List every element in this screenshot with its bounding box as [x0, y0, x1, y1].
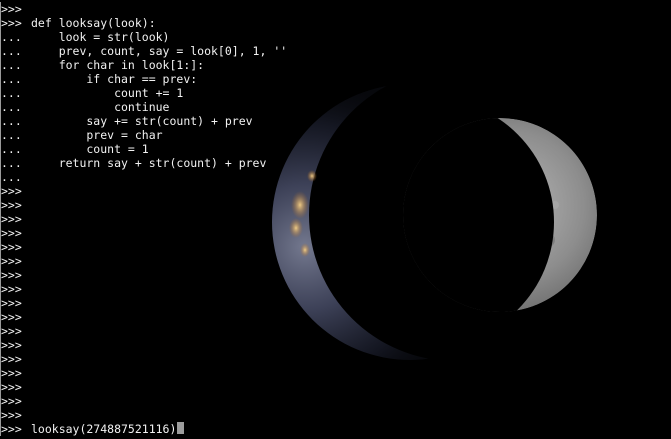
- code-text: prev, count, say = look[0], 1, '': [31, 44, 288, 58]
- code-text: for char in look[1:]:: [31, 58, 205, 72]
- terminal-line: >>> def looksay(look):: [0, 16, 671, 30]
- terminal-line: ... return say + str(count) + prev: [0, 156, 671, 170]
- terminal-line: >>>: [0, 408, 671, 422]
- terminal-line: >>>: [0, 2, 671, 16]
- terminal-line: >>>: [0, 240, 671, 254]
- prompt-marker: >>>: [1, 366, 22, 380]
- prompt-marker: ...: [1, 170, 22, 184]
- terminal-line: ... if char == prev:: [0, 72, 671, 86]
- code-text: def looksay(look):: [31, 16, 156, 30]
- code-text: say += str(count) + prev: [31, 114, 253, 128]
- code-text: count = 1: [31, 142, 149, 156]
- prompt-marker: >>>: [1, 2, 22, 16]
- terminal-line: ... for char in look[1:]:: [0, 58, 671, 72]
- prompt-marker: >>>: [1, 198, 22, 212]
- prompt-marker: >>>: [1, 240, 22, 254]
- prompt-marker: ...: [1, 100, 22, 114]
- prompt-marker: ...: [1, 156, 22, 170]
- code-text: prev = char: [31, 128, 163, 142]
- terminal-line: >>>: [0, 198, 671, 212]
- prompt-marker: >>>: [1, 338, 22, 352]
- terminal-output[interactable]: >>> >>> def looksay(look):... look = str(l…: [0, 2, 671, 436]
- terminal-line: >>>: [0, 282, 671, 296]
- code-text: count += 1: [31, 86, 184, 100]
- prompt-marker: >>>: [1, 324, 22, 338]
- prompt-marker: >>>: [1, 184, 22, 198]
- terminal-line: ... count = 1: [0, 142, 671, 156]
- python-terminal-window[interactable]: >>> >>> def looksay(look):... look = str(l…: [0, 0, 671, 439]
- prompt-marker: >>>: [1, 226, 22, 240]
- prompt-marker: >>>: [1, 212, 22, 226]
- prompt-marker: >>>: [1, 296, 22, 310]
- prompt-marker: ...: [1, 114, 22, 128]
- terminal-line: >>>: [0, 212, 671, 226]
- prompt-marker: >>>: [1, 408, 22, 422]
- prompt-marker: >>>: [1, 422, 22, 436]
- terminal-line: ... prev, count, say = look[0], 1, '': [0, 44, 671, 58]
- code-text: return say + str(count) + prev: [31, 156, 267, 170]
- terminal-line: >>>: [0, 352, 671, 366]
- terminal-line: ... count += 1: [0, 86, 671, 100]
- prompt-marker: >>>: [1, 254, 22, 268]
- terminal-line: >>>: [0, 380, 671, 394]
- prompt-marker: >>>: [1, 282, 22, 296]
- terminal-line: >>>: [0, 226, 671, 240]
- terminal-line: >>>: [0, 394, 671, 408]
- prompt-marker: ...: [1, 86, 22, 100]
- code-text: if char == prev:: [31, 72, 198, 86]
- terminal-line: ... continue: [0, 100, 671, 114]
- terminal-line: >>>: [0, 268, 671, 282]
- prompt-marker: ...: [1, 142, 22, 156]
- terminal-line: ... say += str(count) + prev: [0, 114, 671, 128]
- prompt-marker: >>>: [1, 380, 22, 394]
- prompt-marker: >>>: [1, 352, 22, 366]
- prompt-marker: >>>: [1, 16, 22, 30]
- prompt-marker: ...: [1, 58, 22, 72]
- prompt-marker: ...: [1, 30, 22, 44]
- code-text: continue: [31, 100, 170, 114]
- terminal-line: ... look = str(look): [0, 30, 671, 44]
- prompt-marker: >>>: [1, 310, 22, 324]
- terminal-line: >>>: [0, 184, 671, 198]
- terminal-line: >>>: [0, 324, 671, 338]
- terminal-input-line[interactable]: >>> looksay(274887521116): [0, 422, 671, 436]
- text-cursor: [177, 422, 185, 434]
- prompt-marker: >>>: [1, 268, 22, 282]
- prompt-marker: >>>: [1, 394, 22, 408]
- terminal-line: >>>: [0, 338, 671, 352]
- terminal-line: >>>: [0, 310, 671, 324]
- prompt-marker: ...: [1, 44, 22, 58]
- terminal-line: >>>: [0, 254, 671, 268]
- terminal-line: >>>: [0, 366, 671, 380]
- terminal-line: ...: [0, 170, 671, 184]
- prompt-marker: ...: [1, 128, 22, 142]
- terminal-line: >>>: [0, 296, 671, 310]
- code-text: looksay(274887521116): [31, 422, 177, 436]
- terminal-line: ... prev = char: [0, 128, 671, 142]
- prompt-marker: ...: [1, 72, 22, 86]
- code-text: look = str(look): [31, 30, 170, 44]
